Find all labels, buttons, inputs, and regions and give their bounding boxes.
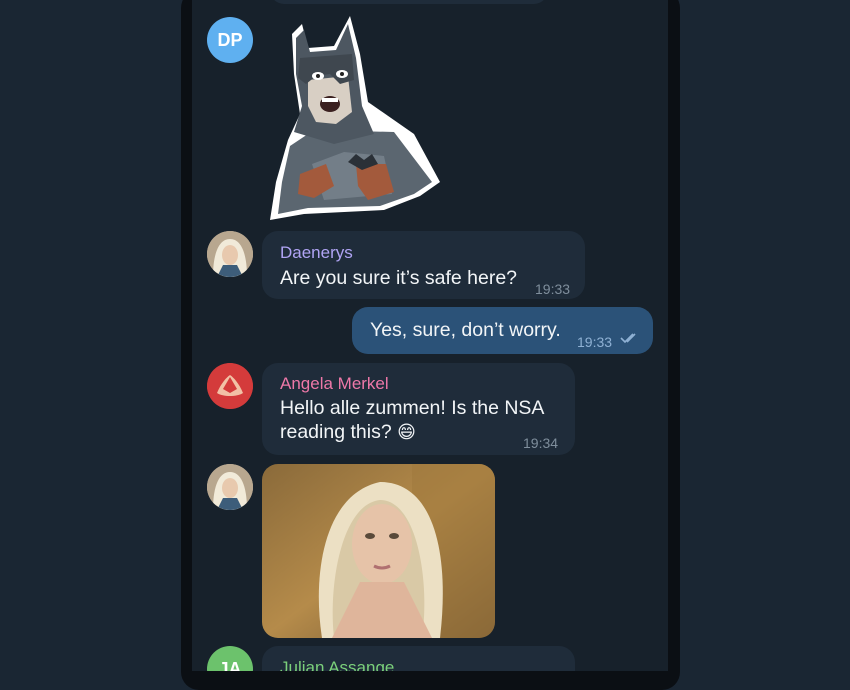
sender-name: Julian Assange (280, 658, 395, 671)
merkel-rhombus-icon (207, 363, 253, 409)
avatar-initials: JA (218, 658, 242, 672)
avatar-daenerys[interactable] (207, 231, 253, 277)
grinning-emoji: 😄 (397, 422, 416, 442)
message-text-line2: reading this? (280, 421, 392, 443)
message-time: 19:33 (577, 334, 613, 350)
avatar-initials: DP (217, 29, 243, 50)
message-bubble-daenerys[interactable]: Daenerys Are you sure it’s safe here? 19… (262, 231, 585, 299)
daenerys-avatar-icon (207, 231, 253, 277)
sender-name: Daenerys (280, 243, 353, 262)
message-bubble-julian[interactable]: Julian Assange (262, 646, 575, 671)
chat-screen[interactable]: DP Daenerys Are you sure it’s safe here?… (192, 0, 668, 671)
message-text: Yes, sure, don’t worry. (370, 319, 561, 341)
daenerys-avatar-icon (207, 464, 253, 510)
daenerys-photo[interactable] (262, 464, 495, 638)
avatar-angela-merkel[interactable] (207, 363, 253, 409)
message-bubble-outgoing[interactable]: Yes, sure, don’t worry. 19:33 (352, 307, 653, 354)
avatar-dp[interactable]: DP (207, 17, 253, 63)
photo-image (262, 464, 495, 638)
message-text-line2-row: reading this? 😄 (280, 420, 416, 445)
message-time: 19:33 (535, 281, 571, 297)
message-bubble-angela[interactable]: Angela Merkel Hello alle zummen! Is the … (262, 363, 575, 455)
previous-message-bubble (270, 0, 548, 4)
avatar-daenerys[interactable] (207, 464, 253, 510)
sender-name: Angela Merkel (280, 374, 389, 393)
message-time: 19:34 (523, 435, 559, 451)
batman-sticker[interactable] (264, 14, 454, 220)
message-text-line1: Hello alle zummen! Is the NSA (280, 397, 545, 419)
message-text: Are you sure it’s safe here? (280, 267, 518, 289)
avatar-ja[interactable]: JA (207, 646, 253, 671)
double-check-icon (620, 333, 636, 344)
